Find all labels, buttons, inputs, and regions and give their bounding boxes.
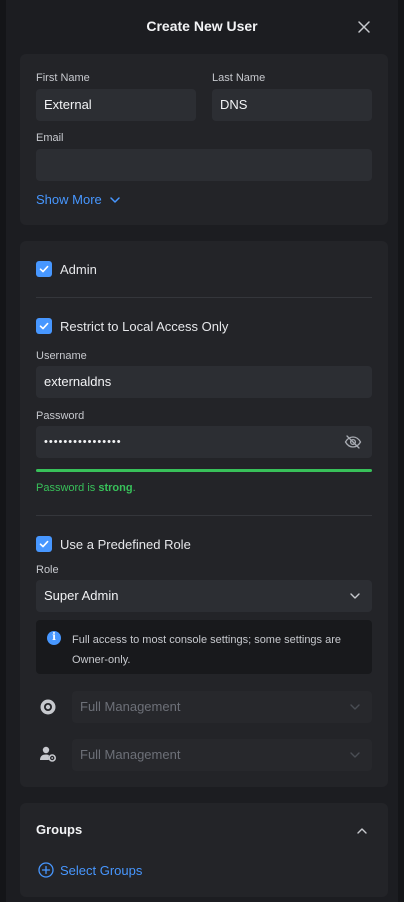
password-strength-text: Password is strong. bbox=[36, 482, 136, 494]
email-label: Email bbox=[36, 132, 64, 144]
right-edge bbox=[398, 0, 404, 902]
eye-off-icon[interactable] bbox=[344, 434, 362, 450]
info-icon: i bbox=[47, 631, 61, 645]
network-permission-select[interactable]: Full Management bbox=[72, 691, 372, 723]
divider bbox=[36, 515, 372, 516]
modal-header: Create New User bbox=[0, 0, 404, 54]
groups-title: Groups bbox=[36, 822, 83, 837]
strength-suffix: . bbox=[132, 482, 136, 494]
basic-info-card: First Name External Last Name DNS Email … bbox=[20, 54, 388, 225]
email-input[interactable] bbox=[36, 149, 372, 181]
user-permission-select[interactable]: Full Management bbox=[72, 739, 372, 771]
plus-circle-icon bbox=[38, 862, 54, 878]
role-info-text: Full access to most console settings; so… bbox=[72, 634, 342, 666]
select-groups-label: Select Groups bbox=[60, 862, 143, 878]
modal-title: Create New User bbox=[146, 18, 258, 34]
chevron-up-icon[interactable] bbox=[356, 823, 368, 834]
password-strength-bar bbox=[36, 469, 372, 472]
chevron-down-icon bbox=[110, 196, 120, 203]
predefined-role-checkbox[interactable] bbox=[36, 536, 52, 552]
close-icon[interactable] bbox=[356, 19, 372, 35]
check-icon bbox=[39, 540, 49, 548]
show-more-label: Show More bbox=[36, 192, 102, 207]
admin-checkbox[interactable] bbox=[36, 261, 52, 277]
last-name-input[interactable]: DNS bbox=[212, 89, 372, 121]
username-input[interactable]: externaldns bbox=[36, 366, 372, 398]
chevron-down-icon bbox=[350, 752, 360, 758]
groups-card: Groups Select Groups bbox=[20, 803, 388, 897]
strength-prefix: Password is bbox=[36, 482, 99, 494]
divider bbox=[36, 297, 372, 298]
check-icon bbox=[39, 265, 49, 273]
first-name-label: First Name bbox=[36, 72, 90, 84]
user-settings-icon bbox=[39, 745, 57, 763]
role-info-box: i Full access to most console settings; … bbox=[36, 620, 372, 674]
role-label: Role bbox=[36, 564, 59, 576]
role-value: Super Admin bbox=[44, 588, 119, 603]
first-name-input[interactable]: External bbox=[36, 89, 196, 121]
show-more-link[interactable]: Show More bbox=[36, 192, 122, 207]
password-input[interactable]: •••••••••••••••• bbox=[36, 426, 372, 458]
chevron-down-icon bbox=[350, 593, 360, 599]
select-groups-link[interactable]: Select Groups bbox=[38, 862, 142, 878]
username-label: Username bbox=[36, 350, 87, 362]
restrict-local-checkbox[interactable] bbox=[36, 318, 52, 334]
predefined-role-label: Use a Predefined Role bbox=[60, 537, 191, 552]
check-icon bbox=[39, 322, 49, 330]
access-card: Admin Restrict to Local Access Only User… bbox=[20, 241, 388, 787]
left-edge bbox=[0, 0, 6, 902]
strength-value: strong bbox=[98, 482, 133, 494]
restrict-local-label: Restrict to Local Access Only bbox=[60, 319, 229, 334]
network-permission-value: Full Management bbox=[80, 699, 181, 714]
chevron-down-icon bbox=[350, 704, 360, 710]
password-label: Password bbox=[36, 410, 85, 422]
last-name-label: Last Name bbox=[212, 72, 266, 84]
role-select[interactable]: Super Admin bbox=[36, 580, 372, 612]
user-permission-value: Full Management bbox=[80, 747, 181, 762]
network-app-icon bbox=[39, 698, 57, 716]
password-value: •••••••••••••••• bbox=[44, 436, 122, 448]
admin-label: Admin bbox=[60, 262, 97, 277]
